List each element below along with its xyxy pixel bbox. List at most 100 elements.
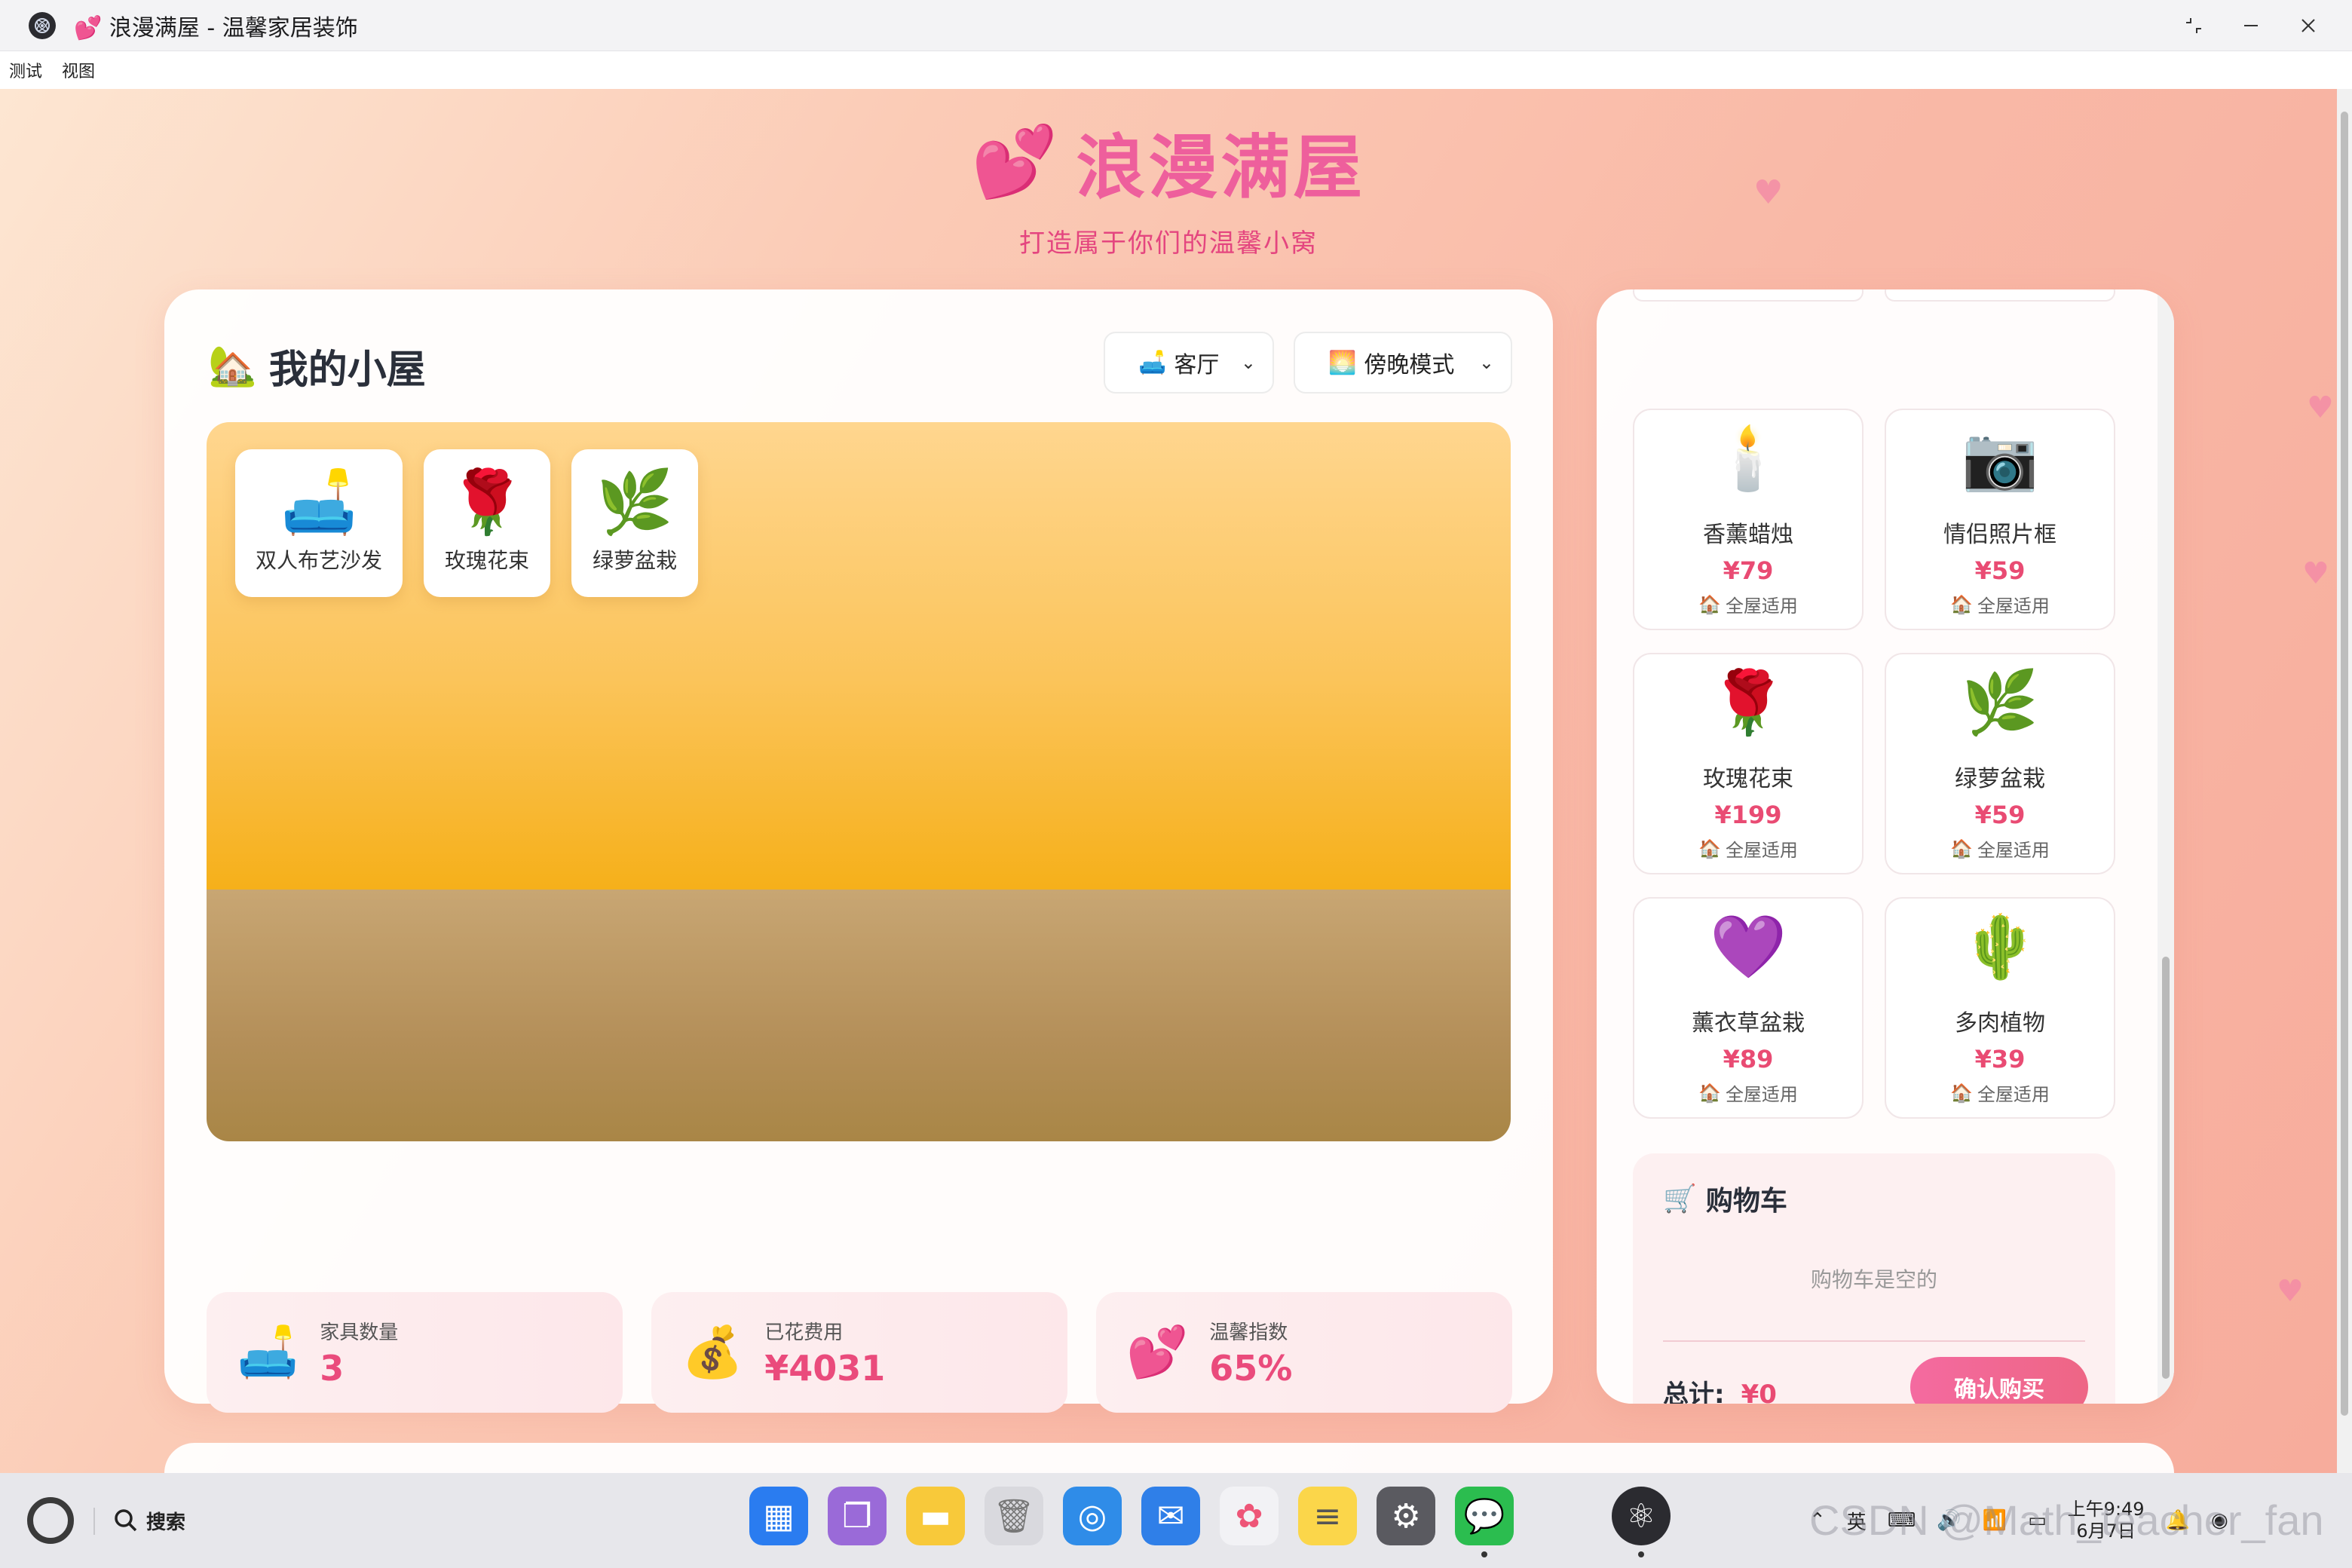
scene-floor bbox=[207, 890, 1511, 1141]
scrollbar-thumb[interactable] bbox=[2162, 957, 2170, 1379]
plant-icon: 🌿 bbox=[596, 467, 674, 538]
shop-item-price: ¥59 bbox=[1974, 556, 2026, 585]
notes-icon[interactable]: ≡ bbox=[1298, 1487, 1357, 1545]
shop-item-name: 多肉植物 bbox=[1955, 1010, 2045, 1037]
shop-item[interactable]: 🌵 多肉植物 ¥39 🏠 全屋适用 bbox=[1885, 897, 2115, 1119]
shop-item-partial bbox=[1885, 289, 2115, 302]
room-select[interactable]: 🛋️ 客厅 ⌄ bbox=[1104, 332, 1274, 394]
stat-value: 3 bbox=[320, 1347, 345, 1389]
browser-icon[interactable]: ◎ bbox=[1063, 1487, 1122, 1545]
shop-item-price: ¥89 bbox=[1723, 1045, 1774, 1073]
minimize-icon[interactable] bbox=[2237, 12, 2265, 39]
dock: ▦ ❐ ▬ 🗑 ◎ ✉ ✿ ≡ ⚙ 💬 ⚛ bbox=[749, 1487, 1671, 1557]
shop-scrollbar[interactable] bbox=[2158, 289, 2174, 1404]
shop-item-tag: 🏠 全屋适用 bbox=[1698, 1082, 1798, 1106]
placed-item-label: 双人布艺沙发 bbox=[255, 548, 382, 573]
settings-icon[interactable]: ⚙ bbox=[1377, 1487, 1435, 1545]
stat-label: 温馨指数 bbox=[1209, 1321, 1288, 1344]
cart-total-value: ¥0 bbox=[1741, 1380, 1777, 1404]
app-running-icon[interactable]: ⚛ bbox=[1612, 1487, 1671, 1557]
shop-panel: 🕯️ 香薰蜡烛 ¥79 🏠 全屋适用 📷 情侣照片框 ¥59 🏠 全屋适用 🌹 玫瑰… bbox=[1597, 289, 2174, 1404]
stat-value: ¥4031 bbox=[764, 1347, 886, 1389]
brand-title: 浪漫满屋 bbox=[1076, 127, 1366, 208]
money-bag-icon: 💰 bbox=[681, 1323, 744, 1381]
scrollbar-thumb[interactable] bbox=[2341, 112, 2348, 1416]
two-hearts-icon: 💕 bbox=[971, 121, 1061, 202]
floating-heart-icon: ♥ bbox=[2307, 390, 2334, 425]
placed-item-label: 绿萝盆栽 bbox=[592, 548, 677, 573]
shop-item-price: ¥59 bbox=[1974, 801, 2026, 829]
two-hearts-icon: 💕 bbox=[1126, 1323, 1189, 1381]
house-icon: 🏠 bbox=[1698, 838, 1721, 859]
search-icon bbox=[115, 1509, 137, 1532]
house-icon: 🏠 bbox=[1950, 593, 1973, 615]
sunset-icon: 🌅 bbox=[1328, 349, 1357, 376]
house-icon: 🏠 bbox=[1950, 838, 1973, 859]
shop-item-tag: 🏠 全屋适用 bbox=[1950, 593, 2050, 617]
confirm-purchase-button[interactable]: 确认购买 bbox=[1910, 1357, 2088, 1404]
taskbar-divider bbox=[93, 1508, 95, 1535]
placed-item[interactable]: 🌿 绿萝盆栽 bbox=[571, 449, 698, 597]
house-icon: 🏡 bbox=[208, 344, 257, 389]
shop-item[interactable]: 📷 情侣照片框 ¥59 🏠 全屋适用 bbox=[1885, 409, 2115, 630]
floating-heart-icon: ♥ bbox=[1753, 173, 1784, 212]
placed-item[interactable]: 🌹 玫瑰花束 bbox=[424, 449, 550, 597]
room-select-value: 客厅 bbox=[1174, 352, 1220, 378]
stat-label: 家具数量 bbox=[320, 1321, 399, 1344]
room-title-text: 我的小屋 bbox=[268, 348, 426, 393]
close-icon[interactable] bbox=[2295, 12, 2322, 39]
shop-item-price: ¥79 bbox=[1723, 556, 1774, 585]
floating-heart-icon: ♥ bbox=[2277, 1274, 2304, 1309]
multitask-icon[interactable]: ❐ bbox=[828, 1487, 887, 1545]
cart-total: 总计: ¥0 bbox=[1663, 1374, 1777, 1404]
menu-item-view[interactable]: 视图 bbox=[62, 58, 95, 82]
sofa-icon: 🛋️ bbox=[280, 467, 358, 538]
camera-icon: 📷 bbox=[1961, 423, 2039, 495]
shop-item-name: 薰衣草盆栽 bbox=[1692, 1010, 1805, 1037]
shop-item[interactable]: 💜 薰衣草盆栽 ¥89 🏠 全屋适用 bbox=[1633, 897, 1864, 1119]
cart-total-label: 总计: bbox=[1663, 1380, 1725, 1404]
placed-item[interactable]: 🛋️ 双人布艺沙发 bbox=[235, 449, 403, 597]
shop-item[interactable]: 🕯️ 香薰蜡烛 ¥79 🏠 全屋适用 bbox=[1633, 409, 1864, 630]
menu-bar: 测试 视图 bbox=[0, 51, 2352, 89]
mode-select[interactable]: 🌅 傍晚模式 ⌄ bbox=[1294, 332, 1512, 394]
room-card: 🏡 我的小屋 🛋️ 客厅 ⌄ 🌅 傍晚模式 ⌄ 🛋️ 双人布艺沙发 🌹 玫瑰花束 bbox=[164, 289, 1553, 1413]
restore-icon[interactable] bbox=[2180, 12, 2207, 39]
mail-icon[interactable]: ✉ bbox=[1141, 1487, 1200, 1545]
shop-item-name: 情侣照片框 bbox=[1943, 522, 2056, 548]
cart-title: 🛒 购物车 bbox=[1663, 1184, 1787, 1217]
menu-item-test[interactable]: 测试 bbox=[9, 58, 42, 82]
window-titlebar: 💕 浪漫满屋 - 温馨家居装饰 bbox=[0, 0, 2352, 51]
start-button[interactable] bbox=[27, 1497, 74, 1544]
taskbar-search[interactable]: 搜索 bbox=[113, 1507, 185, 1535]
cart-icon: 🛒 bbox=[1663, 1184, 1697, 1214]
app-icon bbox=[29, 11, 56, 39]
shop-item[interactable]: 🌿 绿萝盆栽 ¥59 🏠 全屋适用 bbox=[1885, 653, 2115, 874]
search-label: 搜索 bbox=[146, 1511, 186, 1534]
window-title: 💕 浪漫满屋 - 温馨家居装饰 bbox=[74, 14, 358, 41]
placed-item-label: 玫瑰花束 bbox=[444, 548, 529, 573]
sofa-icon: 🛋️ bbox=[237, 1323, 299, 1381]
floating-heart-icon: ♥ bbox=[2302, 556, 2329, 591]
dock-separator bbox=[1533, 1487, 1592, 1545]
shop-item-price: ¥39 bbox=[1974, 1045, 2026, 1073]
file-manager-icon[interactable]: ▬ bbox=[906, 1487, 965, 1545]
plant-icon: 🌿 bbox=[1961, 667, 2039, 739]
cactus-icon: 🌵 bbox=[1961, 911, 2039, 983]
shop-item[interactable]: 🌹 玫瑰花束 ¥199 🏠 全屋适用 bbox=[1633, 653, 1864, 874]
photos-icon[interactable]: ✿ bbox=[1220, 1487, 1279, 1545]
candle-icon: 🕯️ bbox=[1709, 423, 1787, 495]
house-icon: 🏠 bbox=[1698, 593, 1721, 615]
shop-item-name: 香薰蜡烛 bbox=[1703, 522, 1793, 548]
room-scene[interactable]: 🛋️ 双人布艺沙发 🌹 玫瑰花束 🌿 绿萝盆栽 bbox=[207, 422, 1511, 1141]
cart-empty-text: 购物车是空的 bbox=[1810, 1267, 1937, 1292]
chevron-down-icon: ⌄ bbox=[1478, 352, 1494, 373]
launcher-icon[interactable]: ▦ bbox=[749, 1487, 808, 1545]
stat-spent: 💰 已花费用 ¥4031 bbox=[651, 1292, 1067, 1413]
rose-icon: 🌹 bbox=[448, 467, 526, 538]
page-scrollbar[interactable] bbox=[2337, 89, 2352, 1473]
cart-divider bbox=[1663, 1340, 2085, 1342]
trash-icon[interactable]: 🗑 bbox=[985, 1487, 1043, 1545]
wechat-icon[interactable]: 💬 bbox=[1455, 1487, 1514, 1557]
app-canvas: 💕 浪漫满屋 打造属于你们的温馨小窝 ♥ ♥ ♥ ♥ 🏡 我的小屋 🛋️ 客厅 … bbox=[0, 89, 2337, 1473]
